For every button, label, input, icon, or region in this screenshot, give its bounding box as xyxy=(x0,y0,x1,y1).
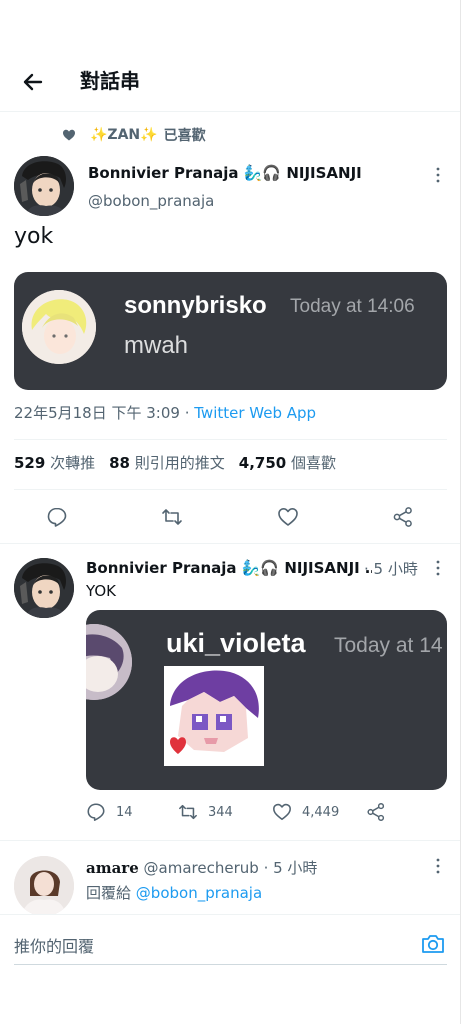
heart-filled-icon xyxy=(63,129,75,141)
emoji-image xyxy=(164,666,264,766)
replying-to-prefix: 回覆給 xyxy=(86,884,132,902)
display-name[interactable]: Bonnivier Pranaja 🧞‍♂️🎧 NIJISANJI xyxy=(88,164,418,182)
more-options-icon[interactable] xyxy=(428,558,448,578)
social-context[interactable]: ✨ZAN✨ 已喜歡 xyxy=(62,124,206,146)
replying-to: 回覆給 @bobon_pranaja xyxy=(86,882,262,903)
share-icon[interactable] xyxy=(366,802,386,822)
tweet-image[interactable]: uki_violeta Today at 14 xyxy=(86,610,447,790)
retweet-label: 次轉推 xyxy=(50,454,96,472)
discord-timestamp: Today at 14 xyxy=(334,634,443,657)
avatar[interactable] xyxy=(14,156,74,216)
retweet-icon xyxy=(179,804,197,820)
tweet-timestamp: 22年5月18日 下午 3:09 · Twitter Web App xyxy=(14,402,316,423)
tweet-source[interactable]: Twitter Web App xyxy=(194,404,316,422)
avatar-image xyxy=(14,156,74,216)
like-button[interactable]: 4,449 xyxy=(272,802,339,822)
like-icon xyxy=(273,803,291,821)
top-bar: 對話串 xyxy=(0,0,461,112)
discord-username: sonnybrisko xyxy=(124,292,267,319)
avatar-image xyxy=(14,558,74,618)
discord-timestamp: Today at 14:06 xyxy=(290,296,415,317)
share-icon[interactable] xyxy=(392,506,414,528)
liked-by-name: ✨ZAN✨ xyxy=(90,127,158,143)
quote-label: 則引用的推文 xyxy=(134,454,225,472)
reply-tweet-header: Bonnivier Pranaja 🧞‍♂️🎧 NIJISANJI … xyxy=(86,558,372,577)
replying-to-handle[interactable]: @bobon_pranaja xyxy=(136,884,262,902)
user-handle[interactable]: @amarecherub xyxy=(144,859,259,877)
divider xyxy=(0,840,461,841)
discord-username: uki_violeta xyxy=(166,628,306,658)
avatar[interactable] xyxy=(14,558,74,618)
quote-count: 88 xyxy=(109,454,130,472)
display-name[interactable]: amare xyxy=(86,859,139,877)
discord-avatar xyxy=(86,624,132,700)
tweet-text: yok xyxy=(14,224,54,249)
display-name[interactable]: Bonnivier Pranaja 🧞‍♂️🎧 NIJISANJI … xyxy=(86,559,372,577)
divider xyxy=(14,439,447,440)
back-arrow-icon[interactable] xyxy=(16,66,48,98)
like-icon[interactable] xyxy=(277,506,299,528)
tweet-stats: 529 次轉推 88 則引用的推文 4,750 個喜歡 xyxy=(14,452,336,473)
liked-by-suffix: 已喜歡 xyxy=(163,128,206,144)
page-title: 對話串 xyxy=(80,69,140,93)
like-label: 個喜歡 xyxy=(291,454,337,472)
third-tweet-header: amare @amarecherub · 5 小時 xyxy=(86,857,317,878)
quote-count-link[interactable]: 88 則引用的推文 xyxy=(109,452,225,473)
tweet-date[interactable]: 22年5月18日 下午 3:09 · xyxy=(14,404,194,422)
discord-avatar xyxy=(22,290,96,364)
more-options-icon[interactable] xyxy=(428,165,448,185)
reply-icon xyxy=(87,803,105,821)
retweet-icon[interactable] xyxy=(161,506,183,528)
retweet-count-link[interactable]: 529 次轉推 xyxy=(14,452,95,473)
user-handle[interactable]: @bobon_pranaja xyxy=(88,192,214,210)
divider xyxy=(0,543,461,544)
input-underline xyxy=(14,964,447,965)
tweet-time[interactable]: · 5 小時 xyxy=(264,859,318,877)
reply-button[interactable]: 14 xyxy=(86,802,133,822)
reply-icon[interactable] xyxy=(46,506,68,528)
discord-message: mwah xyxy=(124,332,189,359)
retweet-button[interactable]: 344 xyxy=(178,802,233,822)
tweet-header: Bonnivier Pranaja 🧞‍♂️🎧 NIJISANJI xyxy=(88,164,418,182)
divider xyxy=(14,489,447,490)
camera-icon[interactable] xyxy=(420,931,446,957)
like-count-link[interactable]: 4,750 個喜歡 xyxy=(239,452,336,473)
avatar-image xyxy=(14,856,74,916)
like-count: 4,449 xyxy=(302,804,340,820)
tweet-image[interactable]: sonnybrisko Today at 14:06 mwah xyxy=(14,272,447,390)
retweet-count: 344 xyxy=(208,804,233,820)
reply-composer: 推你的回覆 xyxy=(0,914,461,1024)
retweet-count: 529 xyxy=(14,454,46,472)
reply-input[interactable]: 推你的回覆 xyxy=(14,933,94,957)
tweet-text: YOK xyxy=(86,582,116,600)
avatar[interactable] xyxy=(14,856,74,916)
like-count: 4,750 xyxy=(238,454,287,472)
tweet-time[interactable]: · 5 小時 xyxy=(364,558,418,579)
reply-count: 14 xyxy=(116,804,133,820)
more-options-icon[interactable] xyxy=(428,856,448,876)
